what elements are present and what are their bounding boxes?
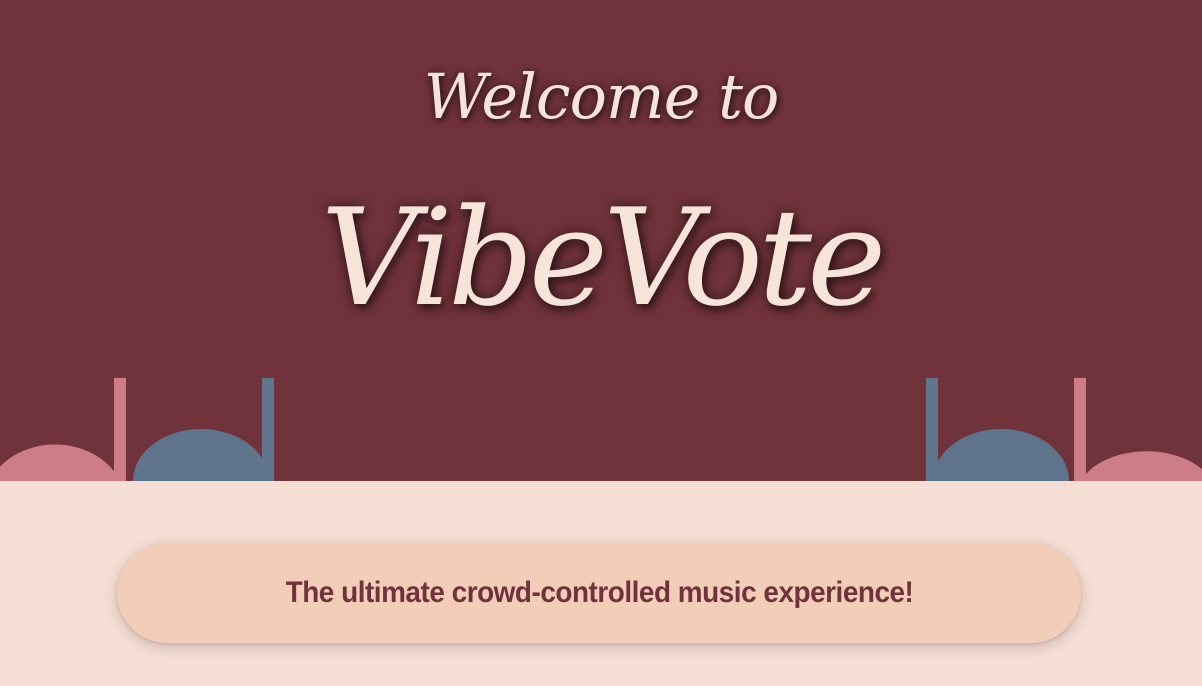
music-note-icon (1074, 378, 1202, 481)
hero-banner: Welcome to VibeVote (0, 0, 1202, 481)
music-notes-decoration (0, 378, 1202, 481)
tagline-text: The ultimate crowd-controlled music expe… (285, 576, 913, 609)
music-note-icon (133, 378, 274, 481)
music-note-icon (926, 378, 1069, 481)
music-note-icon (0, 378, 126, 481)
tagline-section: The ultimate crowd-controlled music expe… (0, 481, 1202, 686)
tagline-banner: The ultimate crowd-controlled music expe… (117, 543, 1081, 643)
